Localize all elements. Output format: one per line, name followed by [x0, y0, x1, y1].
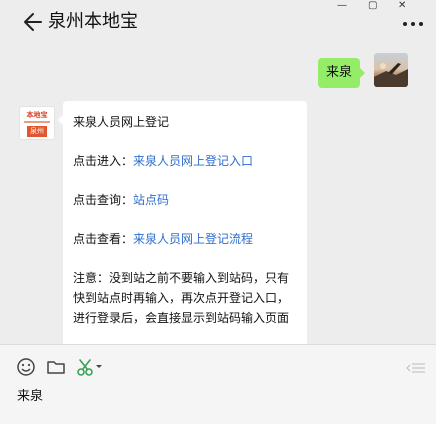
bendibao-logo: 本地宝 — [26, 111, 48, 119]
view-prefix: 点击查看： — [73, 232, 134, 246]
user-avatar[interactable] — [374, 53, 408, 87]
close-button[interactable]: ✕ — [398, 1, 406, 11]
arrow-left-icon[interactable] — [22, 11, 42, 33]
registration-process-link[interactable]: 来泉人员网上登记流程 — [133, 232, 253, 246]
station-code-link[interactable]: 站点码 — [133, 193, 169, 207]
registration-entry-link[interactable]: 来泉人员网上登记入口 — [133, 154, 253, 168]
more-dots-icon[interactable] — [403, 22, 425, 28]
scissors-icon[interactable] — [76, 357, 104, 377]
enter-prefix: 点击进入： — [73, 154, 134, 168]
query-line: 点击查询：站点码 — [73, 190, 297, 210]
message-list[interactable]: 来泉 本地宝 泉州 来泉人员网上登记 点击进入：来泉人员网上登记入口 点击查询：… — [0, 46, 436, 344]
emoji-icon[interactable] — [16, 357, 36, 377]
logo-underline — [24, 121, 50, 123]
account-avatar[interactable]: 本地宝 泉州 — [19, 106, 55, 140]
message-title: 来泉人员网上登记 — [73, 115, 170, 129]
collapse-icon[interactable] — [406, 362, 426, 374]
query-prefix: 点击查询： — [73, 193, 134, 207]
city-tag: 泉州 — [27, 126, 47, 137]
minimize-button[interactable]: — — [337, 1, 347, 11]
received-message: 来泉人员网上登记 点击进入：来泉人员网上登记入口 点击查询：站点码 点击查看：来… — [58, 101, 307, 344]
input-panel: 来泉 — [0, 345, 436, 424]
enter-line: 点击进入：来泉人员网上登记入口 — [73, 151, 297, 171]
note-text: 注意：没到站之前不要输入到站码，只有快到站点时再输入，再次点开登记入口，进行登录… — [73, 271, 290, 325]
chat-title: 泉州本地宝 — [48, 11, 138, 32]
view-line: 点击查看：来泉人员网上登记流程 — [73, 229, 297, 249]
maximize-button[interactable]: ▢ — [368, 1, 377, 11]
message-input[interactable]: 来泉 — [17, 388, 43, 406]
folder-icon[interactable] — [46, 357, 66, 377]
landscape-photo-icon — [374, 63, 408, 87]
sent-message[interactable]: 来泉 — [318, 58, 366, 88]
title-bar: — ▢ ✕ 泉州本地宝 — [0, 0, 436, 46]
